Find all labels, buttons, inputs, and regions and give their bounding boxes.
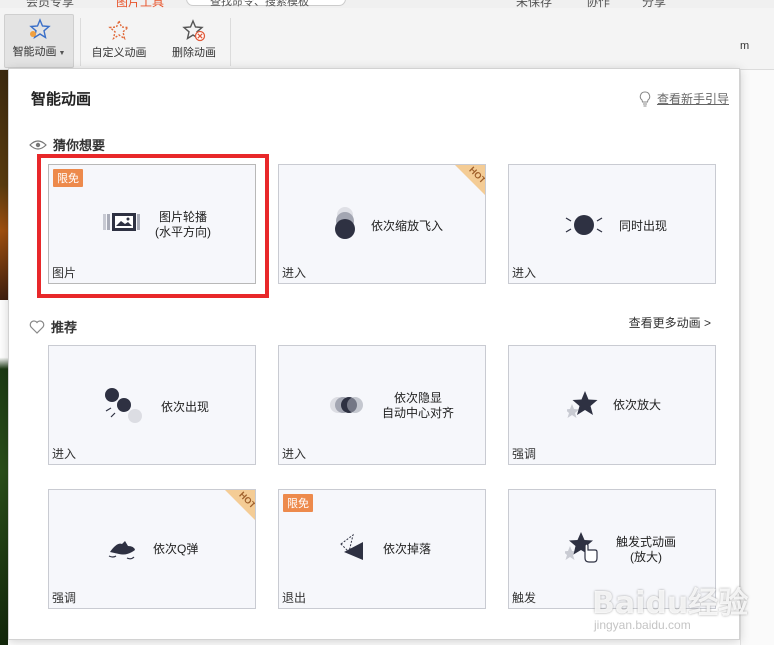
zoom-fly-in-icon bbox=[335, 207, 355, 239]
card-category: 退出 bbox=[282, 591, 307, 605]
card-label-line1: 触发式动画 bbox=[615, 535, 676, 549]
tab-picture-tools[interactable]: 图片工具 bbox=[116, 0, 164, 8]
smart-animation-button[interactable]: 智能动画 ▼ bbox=[4, 14, 74, 68]
ribbon-toolbar: 会员专享 图片工具 查找命令、搜索模板 未保存 协作 分享 智能动画 ▼ 自定义… bbox=[0, 0, 774, 70]
unsaved-status[interactable]: 未保存 bbox=[516, 0, 552, 8]
animation-card-sequential-drop[interactable]: 限免 依次掉落 退出 bbox=[278, 489, 486, 609]
animation-card-sequential-enlarge[interactable]: 依次放大 强调 bbox=[508, 345, 716, 465]
card-label-line1: 图片轮播 bbox=[158, 210, 207, 224]
animation-card-sequential-bounce[interactable]: HOT 依次Q弹 强调 bbox=[48, 489, 256, 609]
share-button[interactable]: 分享 bbox=[642, 0, 666, 8]
heart-icon bbox=[29, 319, 45, 334]
custom-animation-label: 自定义动画 bbox=[91, 47, 147, 59]
card-label-line1: 依次隐显 bbox=[393, 391, 442, 405]
card-category: 强调 bbox=[512, 447, 537, 461]
card-label: 触发式动画 (放大) bbox=[611, 535, 681, 565]
dropdown-arrow-icon: ▼ bbox=[56, 50, 66, 57]
card-category: 进入 bbox=[52, 447, 77, 461]
card-label-line2: 自动中心对齐 bbox=[381, 406, 454, 420]
baidu-watermark: Baidu经验 jingyan.baidu.com bbox=[592, 578, 748, 640]
card-label: 依次隐显 自动中心对齐 bbox=[375, 391, 461, 421]
animation-card-sequential-fade-center[interactable]: 依次隐显 自动中心对齐 进入 bbox=[278, 345, 486, 465]
card-label: 依次放大 bbox=[613, 398, 662, 412]
section-recommend-header: 推荐 bbox=[29, 317, 77, 336]
card-category: 图片 bbox=[52, 266, 77, 280]
drop-icon bbox=[340, 533, 363, 560]
card-label-line2: (放大) bbox=[630, 550, 662, 564]
delete-animation-button[interactable]: 删除动画 bbox=[166, 16, 222, 68]
smart-animation-icon bbox=[29, 18, 51, 39]
animation-card-sequential-appear[interactable]: 依次出现 进入 bbox=[48, 345, 256, 465]
free-badge: 限免 bbox=[283, 494, 313, 512]
card-label: 同时出现 bbox=[619, 219, 668, 233]
toolbar-divider bbox=[80, 18, 81, 66]
card-label: 依次缩放飞入 bbox=[371, 219, 444, 233]
card-label-line2: (水平方向) bbox=[155, 225, 211, 239]
image-carousel-icon bbox=[103, 213, 140, 231]
section-guess-label: 猜你想要 bbox=[53, 138, 106, 153]
watermark-brand: Baidu经验 bbox=[592, 586, 749, 621]
appear-together-icon bbox=[565, 215, 603, 235]
delete-animation-icon bbox=[182, 19, 206, 42]
sequential-appear-icon bbox=[105, 388, 142, 423]
smart-animation-panel: 智能动画 查看新手引导 猜你想要 推荐 查看更多动画 > 限免 图片轮播 (水平… bbox=[8, 68, 740, 640]
more-animations-link[interactable]: 查看更多动画 > bbox=[629, 314, 711, 331]
lightbulb-icon bbox=[639, 90, 651, 106]
custom-animation-button[interactable]: 自定义动画 bbox=[86, 16, 152, 68]
section-guess-header: 猜你想要 bbox=[29, 135, 105, 154]
card-category: 进入 bbox=[512, 266, 537, 280]
watermark-url: jingyan.baidu.com bbox=[594, 618, 691, 632]
section-recommend-label: 推荐 bbox=[51, 320, 78, 335]
beginner-guide-label: 查看新手引导 bbox=[656, 92, 729, 106]
slide-thumbnail-strip bbox=[0, 70, 8, 645]
card-category: 触发 bbox=[512, 591, 537, 605]
beginner-guide-link[interactable]: 查看新手引导 bbox=[639, 90, 729, 107]
card-category: 进入 bbox=[282, 447, 307, 461]
eye-icon bbox=[29, 139, 47, 150]
toolbar-divider bbox=[230, 18, 231, 66]
trigger-click-icon bbox=[565, 532, 598, 563]
panel-title: 智能动画 bbox=[31, 91, 92, 108]
collaborate-button[interactable]: 协作 bbox=[586, 0, 610, 8]
delete-animation-label: 删除动画 bbox=[172, 47, 216, 59]
right-side-panel bbox=[740, 70, 774, 645]
ribbon-tab-strip: 会员专享 图片工具 查找命令、搜索模板 未保存 协作 分享 bbox=[0, 0, 774, 8]
animation-card-image-carousel[interactable]: 限免 图片轮播 (水平方向) 图片 bbox=[48, 164, 256, 284]
card-label: 依次Q弹 bbox=[153, 542, 199, 556]
card-label: 依次掉落 bbox=[383, 542, 432, 556]
sequential-enlarge-icon bbox=[567, 391, 598, 418]
tab-member[interactable]: 会员专享 bbox=[26, 0, 74, 8]
custom-animation-icon bbox=[108, 19, 130, 40]
smart-animation-label: 智能动画 bbox=[12, 46, 57, 58]
animation-card-zoom-fly-in[interactable]: HOT 依次缩放飞入 进入 bbox=[278, 164, 486, 284]
card-category: 强调 bbox=[52, 591, 77, 605]
sequential-fade-icon bbox=[330, 397, 363, 413]
command-search-placeholder: 查找命令、搜索模板 bbox=[210, 0, 309, 8]
card-label: 依次出现 bbox=[161, 400, 210, 414]
card-category: 进入 bbox=[282, 266, 307, 280]
free-badge: 限免 bbox=[53, 169, 83, 187]
bounce-icon bbox=[108, 541, 135, 560]
ribbon-overflow-text: m bbox=[740, 40, 750, 52]
animation-card-appear-together[interactable]: 同时出现 进入 bbox=[508, 164, 716, 284]
card-label: 图片轮播 (水平方向) bbox=[143, 210, 223, 240]
